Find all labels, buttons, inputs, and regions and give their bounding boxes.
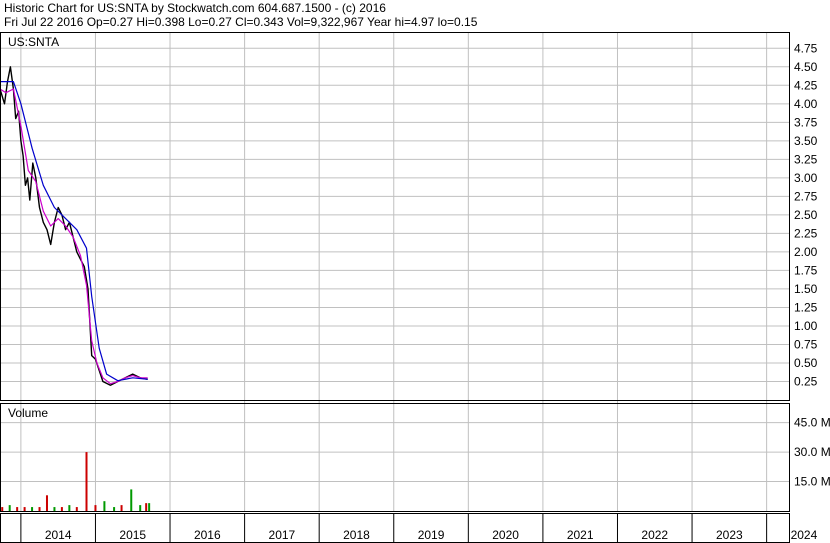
volume-tick-label: 15.0 M (794, 475, 830, 489)
price-tick-label: 1.50 (794, 282, 818, 296)
volume-bar (75, 507, 78, 511)
volume-bar (94, 505, 97, 511)
price-panel-border (0, 32, 790, 401)
price-tick-label: 3.50 (794, 134, 818, 148)
symbol-label: US:SNTA (8, 35, 59, 49)
x-tick-label: 2016 (194, 528, 221, 542)
x-tick-label: 2015 (119, 528, 146, 542)
volume-bar (38, 507, 41, 511)
volume-bar (16, 507, 19, 511)
price-tick-label: 4.50 (794, 60, 818, 74)
price-tick-label: 4.25 (794, 78, 818, 92)
volume-bar (8, 505, 11, 511)
price-tick-label: 0.25 (794, 374, 818, 388)
price-tick-label: 2.50 (794, 208, 818, 222)
x-tick-label: 2017 (269, 528, 296, 542)
price-tick-label: 0.75 (794, 337, 818, 351)
volume-bar (23, 507, 26, 511)
volume-bar (1, 507, 4, 511)
price-tick-label: 2.25 (794, 226, 818, 240)
volume-tick-label: 45.0 M (794, 416, 830, 430)
volume-bar (53, 507, 56, 511)
volume-bar (85, 452, 88, 511)
x-tick-label: 2020 (492, 528, 519, 542)
volume-bar (31, 507, 34, 511)
price-tick-label: 1.25 (794, 300, 818, 314)
volume-panel-border (0, 403, 790, 512)
x-tick-label: 2014 (45, 528, 72, 542)
stock-chart: 0.25 0.50 0.75 1.00 1.25 1.50 1.75 2.00 2.25 2.50… (0, 32, 830, 543)
volume-bar (130, 489, 133, 511)
price-tick-label: 3.00 (794, 171, 818, 185)
volume-bar (148, 503, 151, 511)
axes: 0.25 0.50 0.75 1.00 1.25 1.50 1.75 2.00 2.25 2.50… (0, 32, 830, 543)
volume-bar (68, 505, 71, 511)
series-line-ma_short (0, 88, 148, 385)
price-tick-label: 0.50 (794, 356, 818, 370)
price-tick-label: 3.25 (794, 152, 818, 166)
volume-bar (103, 501, 106, 511)
volume-bar (120, 505, 123, 511)
x-tick-label: 2021 (567, 528, 594, 542)
volume-bar (60, 507, 63, 511)
volume-bar (45, 495, 48, 511)
volume-tick-label: 30.0 M (794, 445, 830, 459)
price-tick-label: 1.75 (794, 263, 818, 277)
price-tick-label: 2.00 (794, 245, 818, 259)
price-tick-label: 1.00 (794, 319, 818, 333)
volume-bar (139, 505, 142, 511)
x-tick-label: 2023 (716, 528, 743, 542)
price-lines (0, 66, 148, 386)
price-tick-label: 4.75 (794, 41, 818, 55)
volume-label: Volume (8, 406, 48, 420)
x-tick-label: 2018 (343, 528, 370, 542)
x-tick-label: 2022 (641, 528, 668, 542)
x-tick-label: 2024 (791, 528, 818, 542)
price-tick-label: 3.75 (794, 115, 818, 129)
volume-bar (145, 503, 148, 511)
price-tick-label: 2.75 (794, 189, 818, 203)
price-tick-label: 4.00 (794, 97, 818, 111)
grid (0, 32, 789, 511)
x-tick-label: 2019 (418, 528, 445, 542)
series-line-ma_long (0, 80, 148, 382)
volume-bar (113, 507, 116, 511)
